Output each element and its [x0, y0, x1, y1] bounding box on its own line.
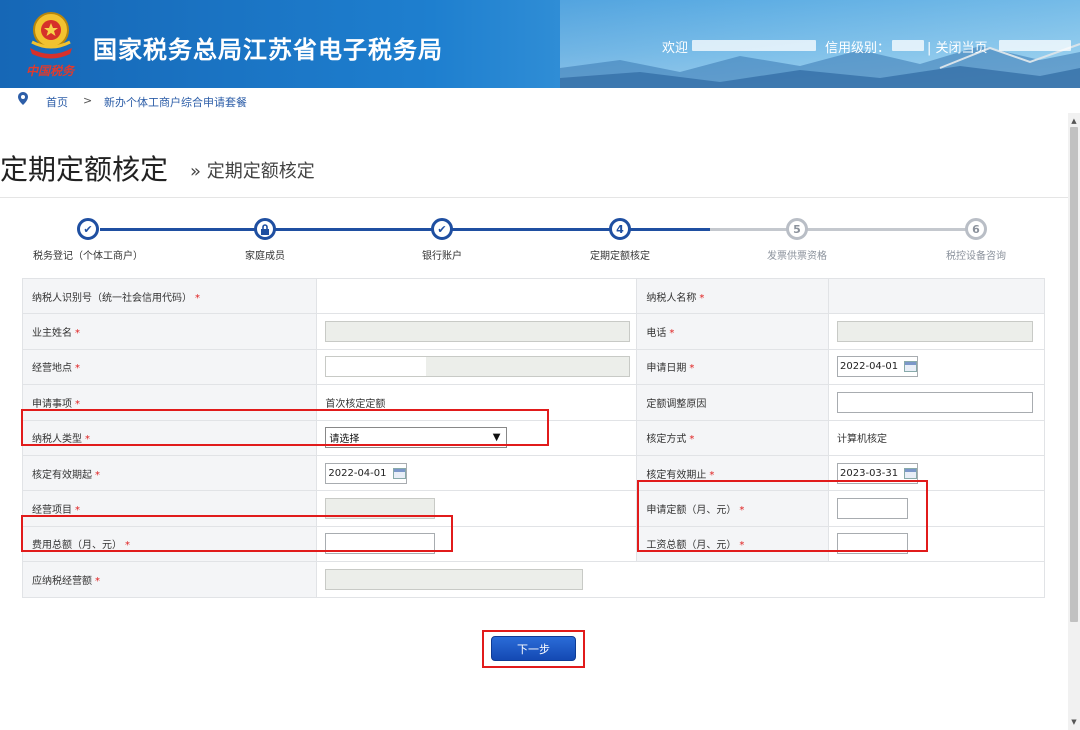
- user-name-masked: [692, 40, 816, 51]
- welcome-text: 欢迎: [662, 41, 689, 56]
- breadcrumb-current[interactable]: 新办个体工商户综合申请套餐: [104, 94, 247, 110]
- assess-method-label: 核定方式 *: [636, 419, 830, 456]
- assess-method-value: 计算机核定: [828, 419, 1045, 456]
- phone-label: 电话 *: [636, 313, 830, 350]
- table-row: 业主姓名 * 电话 *: [21, 313, 1045, 350]
- apply-item-value: 首次核定定额: [316, 384, 638, 421]
- title-divider: [0, 197, 1068, 198]
- site-title: 国家税务总局江苏省电子税务局: [93, 36, 443, 64]
- scroll-down-icon[interactable]: ▼: [1068, 716, 1080, 728]
- step-1-label: 税务登记（个体工商户）: [33, 251, 143, 262]
- valid-to-field[interactable]: 2023-03-31: [837, 462, 919, 484]
- scroll-up-icon[interactable]: ▲: [1068, 115, 1080, 127]
- taxable-amount-label: 应纳税经营额 *: [21, 561, 318, 598]
- phone-field: [837, 321, 1034, 343]
- step-6-label: 税控设备咨询: [946, 251, 1006, 262]
- step-3-label: 银行账户: [422, 251, 462, 262]
- table-row: 费用总额（月、元） * 工资总额（月、元） *: [21, 525, 1045, 563]
- business-item-field: [325, 498, 436, 520]
- taxpayer-type-label: 纳税人类型 *: [21, 419, 318, 456]
- site-header: 中国税务 国家税务总局江苏省电子税务局 欢迎 信用级别： | 关闭当页: [0, 0, 1080, 88]
- expense-total-label: 费用总额（月、元） *: [21, 525, 318, 563]
- taxpayer-name-label: 纳税人名称 *: [636, 277, 830, 315]
- table-row: 核定有效期起 * 2022-04-01 核定有效期止 * 2023-03-31: [21, 454, 1045, 492]
- table-row: 纳税人类型 * 请选择 ▼ 核定方式 * 计算机核定: [21, 419, 1045, 456]
- step-5-number: 5: [786, 218, 808, 240]
- apply-date-field[interactable]: 2022-04-01: [837, 356, 919, 378]
- step-3-check-icon: ✔: [431, 218, 453, 240]
- owner-name-field: [325, 321, 631, 343]
- steps-progress-line: [100, 228, 620, 231]
- quota-assessment-form: 纳税人识别号（统一社会信用代码） * 纳税人名称 * 业主姓名 * 电话 * 经营地点 *…: [21, 277, 1045, 598]
- valid-to-label: 核定有效期止 *: [636, 454, 830, 492]
- breadcrumb: 首页 > 新办个体工商户综合申请套餐: [0, 88, 1080, 113]
- taxable-amount-field: [325, 568, 584, 590]
- adjust-reason-label: 定额调整原因: [636, 384, 830, 421]
- account-masked: [999, 40, 1071, 51]
- scroll-thumb[interactable]: [1070, 127, 1078, 622]
- owner-name-label: 业主姓名 *: [21, 313, 318, 350]
- brand-text: 中国税务: [26, 64, 75, 78]
- taxpayer-id-value: [316, 277, 638, 315]
- table-row: 经营项目 * 申请定额（月、元） *: [21, 490, 1045, 527]
- calendar-icon[interactable]: [904, 361, 918, 373]
- taxpayer-name-value: [828, 277, 1045, 315]
- step-6-number: 6: [965, 218, 987, 240]
- table-row: 应纳税经营额 *: [21, 561, 1045, 598]
- step-2-lock-icon: [254, 218, 276, 240]
- credit-level-label: 信用级别：: [825, 41, 891, 56]
- calendar-icon[interactable]: [904, 467, 918, 479]
- table-row: 纳税人识别号（统一社会信用代码） * 纳税人名称 *: [21, 277, 1045, 315]
- page-title: 定期定额核定: [0, 153, 169, 186]
- credit-level-masked: [892, 40, 924, 51]
- next-step-button[interactable]: 下一步: [491, 636, 576, 661]
- apply-quota-label: 申请定额（月、元） *: [636, 490, 830, 527]
- tax-emblem-icon: [30, 12, 72, 59]
- vertical-scrollbar[interactable]: ▲ ▼: [1068, 113, 1080, 730]
- valid-from-field[interactable]: 2022-04-01: [325, 462, 407, 484]
- business-item-label: 经营项目 *: [21, 490, 318, 527]
- table-row: 经营地点 * 申请日期 * 2022-04-01: [21, 348, 1045, 386]
- wage-total-input[interactable]: [837, 533, 909, 555]
- apply-date-label: 申请日期 *: [636, 348, 830, 386]
- dropdown-arrow-icon[interactable]: ▼: [493, 432, 501, 443]
- address-label: 经营地点 *: [21, 348, 318, 386]
- apply-item-label: 申请事项 *: [21, 384, 318, 421]
- step-5-label: 发票供票资格: [767, 251, 827, 262]
- adjust-reason-input[interactable]: [837, 391, 1034, 413]
- step-4-number: 4: [609, 218, 631, 240]
- wage-total-label: 工资总额（月、元） *: [636, 525, 830, 563]
- table-row: 申请事项 * 首次核定定额 定额调整原因: [21, 384, 1045, 421]
- address-field: [325, 356, 631, 378]
- close-page-link[interactable]: | 关闭当页: [927, 37, 988, 56]
- page-subtitle: » 定期定额核定: [190, 161, 315, 182]
- expense-total-input[interactable]: [325, 533, 436, 555]
- step-4-label: 定期定额核定: [590, 251, 650, 262]
- valid-from-label: 核定有效期起 *: [21, 454, 318, 492]
- step-1-check-icon: ✔: [77, 218, 99, 240]
- taxpayer-id-label: 纳税人识别号（统一社会信用代码） *: [21, 277, 318, 315]
- calendar-icon[interactable]: [392, 467, 406, 479]
- breadcrumb-home[interactable]: 首页: [46, 94, 68, 110]
- taxpayer-type-select[interactable]: 请选择 ▼: [325, 427, 508, 449]
- breadcrumb-separator: >: [83, 94, 93, 107]
- step-2-label: 家庭成员: [245, 251, 285, 262]
- steps-current-line: [620, 228, 710, 231]
- apply-quota-input[interactable]: [837, 498, 909, 520]
- location-pin-icon: [18, 92, 28, 105]
- steps-pending-line: [710, 228, 978, 231]
- progress-steps: ✔ 税务登记（个体工商户） 家庭成员 ✔ 银行账户 4 定期定额核定 5 发票供…: [0, 215, 1068, 265]
